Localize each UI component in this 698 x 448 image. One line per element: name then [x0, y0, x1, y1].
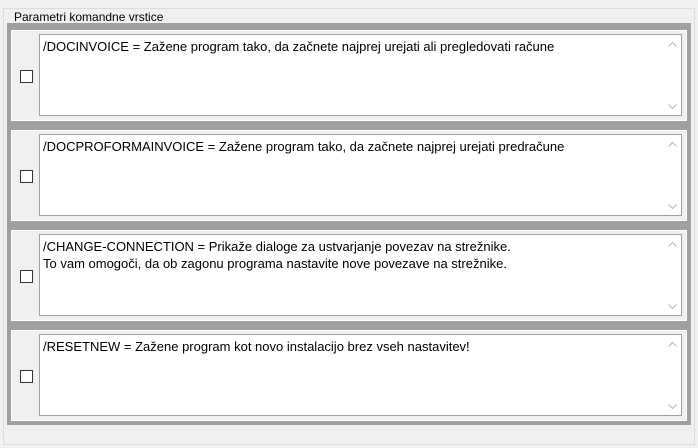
memo-scrollbar[interactable] [664, 135, 681, 215]
memo-scrollbar[interactable] [664, 35, 681, 115]
memo-scrollbar[interactable] [664, 335, 681, 415]
option-description-text: /CHANGE-CONNECTION = Prikaže dialoge za … [43, 239, 511, 271]
chevron-up-icon[interactable] [664, 335, 681, 352]
option-description-memo[interactable]: /CHANGE-CONNECTION = Prikaže dialoge za … [39, 234, 682, 316]
parameters-scroll-panel: /DOCINVOICE = Zažene program tako, da za… [7, 23, 691, 425]
memo-scrollbar[interactable] [664, 235, 681, 315]
option-description-text: /DOCINVOICE = Zažene program tako, da za… [43, 39, 555, 54]
option-description-text: /RESETNEW = Zažene program kot novo inst… [43, 339, 470, 354]
option-checkbox[interactable] [20, 70, 33, 83]
chevron-down-icon[interactable] [664, 98, 681, 115]
option-description-memo[interactable]: /DOCPROFORMAINVOICE = Zažene program tak… [39, 134, 682, 216]
option-checkbox[interactable] [20, 370, 33, 383]
option-checkbox[interactable] [20, 170, 33, 183]
chevron-up-icon[interactable] [664, 35, 681, 52]
option-row-resetnew: /RESETNEW = Zažene program kot novo inst… [11, 330, 687, 421]
chevron-down-icon[interactable] [664, 298, 681, 315]
chevron-down-icon[interactable] [664, 398, 681, 415]
chevron-up-icon[interactable] [664, 235, 681, 252]
option-description-memo[interactable]: /RESETNEW = Zažene program kot novo inst… [39, 334, 682, 416]
chevron-up-icon[interactable] [664, 135, 681, 152]
option-row-docinvoice: /DOCINVOICE = Zažene program tako, da za… [11, 30, 687, 121]
option-checkbox[interactable] [20, 270, 33, 283]
option-row-change-connection: /CHANGE-CONNECTION = Prikaže dialoge za … [11, 230, 687, 321]
option-description-text: /DOCPROFORMAINVOICE = Zažene program tak… [43, 139, 565, 154]
chevron-down-icon[interactable] [664, 198, 681, 215]
option-row-docproformainvoice: /DOCPROFORMAINVOICE = Zažene program tak… [11, 130, 687, 221]
option-description-memo[interactable]: /DOCINVOICE = Zažene program tako, da za… [39, 34, 682, 116]
